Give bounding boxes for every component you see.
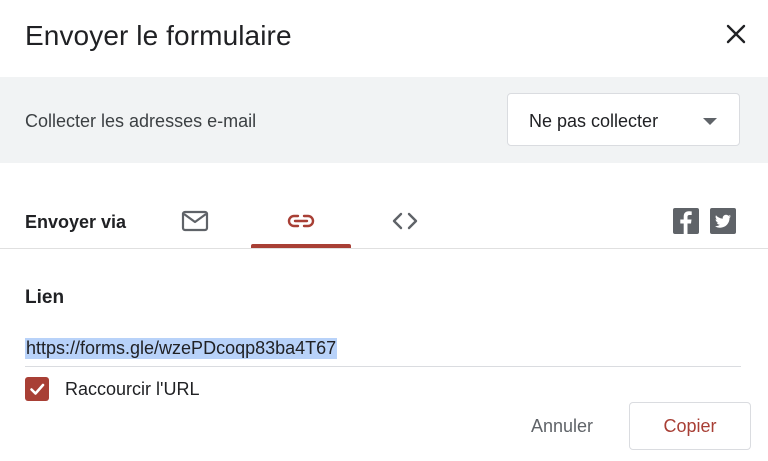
link-icon [287,214,315,228]
tab-embed[interactable] [355,194,455,248]
tab-link[interactable] [251,194,351,248]
dialog-title: Envoyer le formulaire [25,20,292,51]
checkmark-icon [30,383,45,395]
close-button[interactable] [720,18,752,50]
close-icon [726,24,746,44]
collect-emails-bar: Collecter les adresses e-mail Ne pas col… [0,77,768,163]
link-section-title: Lien [25,287,65,308]
share-twitter-button[interactable] [710,208,736,234]
mail-icon [181,210,209,232]
tabs-divider [0,248,768,249]
dropdown-caret-icon [703,118,717,125]
link-url-text[interactable]: https://forms.gle/wzePDcoqp83ba4T67 [25,338,338,359]
tab-email[interactable] [145,194,245,248]
collect-emails-label: Collecter les adresses e-mail [25,111,257,131]
send-form-dialog: Envoyer le formulaire Collecter les adre… [0,0,768,461]
collect-emails-select[interactable]: Ne pas collecter [507,93,740,146]
cancel-button[interactable]: Annuler [512,403,612,449]
share-facebook-button[interactable] [673,208,699,234]
send-via-label: Envoyer via [25,212,127,232]
shorten-url-label[interactable]: Raccourcir l'URL [65,379,199,400]
facebook-icon [680,211,692,234]
twitter-icon [715,214,731,228]
collect-emails-selected-value: Ne pas collecter [529,111,659,131]
shorten-url-checkbox[interactable] [25,377,49,401]
embed-code-icon [392,212,418,230]
copy-button[interactable]: Copier [629,402,751,450]
link-url-field[interactable]: https://forms.gle/wzePDcoqp83ba4T67 [25,334,741,367]
